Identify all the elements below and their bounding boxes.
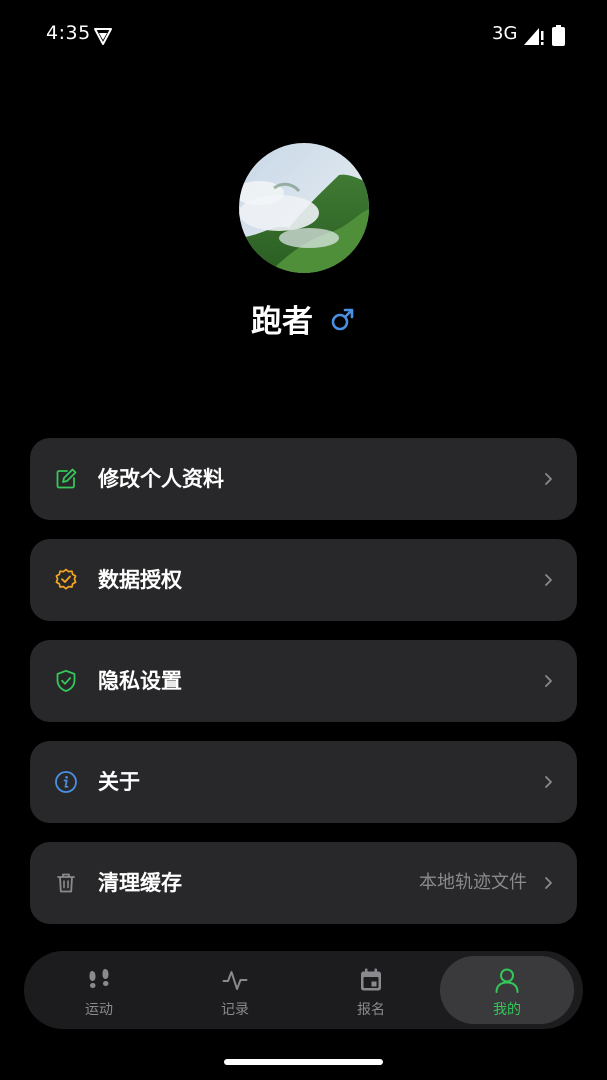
menu-item-data-authorization[interactable]: 数据授权 (30, 539, 577, 621)
chevron-right-icon (545, 877, 552, 889)
avatar-image (239, 143, 369, 273)
battery-icon (552, 25, 565, 46)
activity-icon (222, 971, 248, 990)
menu-item-label: 隐私设置 (98, 669, 182, 693)
chevron-right-icon (545, 675, 552, 687)
nav-label: 记录 (221, 1002, 249, 1018)
network-type: 3G (492, 23, 518, 44)
cache-description: 本地轨迹文件 (419, 872, 527, 893)
profile-header: 跑者 (0, 296, 607, 346)
nav-label: 我的 (493, 1002, 521, 1018)
menu-item-label: 关于 (98, 770, 140, 794)
menu-item-label: 修改个人资料 (98, 467, 224, 491)
chevron-right-icon (545, 776, 552, 788)
chevron-right-icon (545, 473, 552, 485)
chevron-right-icon (545, 574, 552, 586)
home-indicator[interactable] (224, 1059, 383, 1065)
user-icon (495, 968, 519, 993)
bottom-navigation: 运动 记录 报名 我的 (24, 951, 583, 1029)
signal-icon (524, 28, 544, 45)
menu-item-privacy-settings[interactable]: 隐私设置 (30, 640, 577, 722)
calendar-icon (361, 968, 381, 991)
menu-item-label: 清理缓存 (98, 871, 182, 895)
menu-item-clear-cache[interactable]: 清理缓存 本地轨迹文件 (30, 842, 577, 924)
profile-name: 跑者 (250, 304, 313, 340)
nav-item-records[interactable]: 记录 (168, 956, 302, 1024)
nav-label: 报名 (357, 1002, 385, 1018)
edit-icon (56, 468, 77, 489)
nav-label: 运动 (85, 1002, 113, 1018)
info-icon (55, 771, 77, 793)
menu-item-label: 数据授权 (98, 568, 182, 592)
status-time: 4:35 (46, 22, 91, 44)
trash-icon (57, 873, 75, 893)
vpn-icon (94, 28, 112, 45)
menu-item-edit-profile[interactable]: 修改个人资料 (30, 438, 577, 520)
nav-item-registration[interactable]: 报名 (304, 956, 438, 1024)
nav-item-exercise[interactable]: 运动 (32, 956, 166, 1024)
status-bar: 4:35 3G (0, 0, 607, 72)
shield-check-icon (56, 669, 76, 692)
male-gender-icon (331, 308, 354, 330)
footprints-icon (89, 969, 109, 988)
menu-item-about[interactable]: 关于 (30, 741, 577, 823)
verified-badge-icon (55, 568, 77, 590)
nav-item-profile[interactable]: 我的 (440, 956, 574, 1024)
avatar[interactable] (239, 143, 369, 273)
